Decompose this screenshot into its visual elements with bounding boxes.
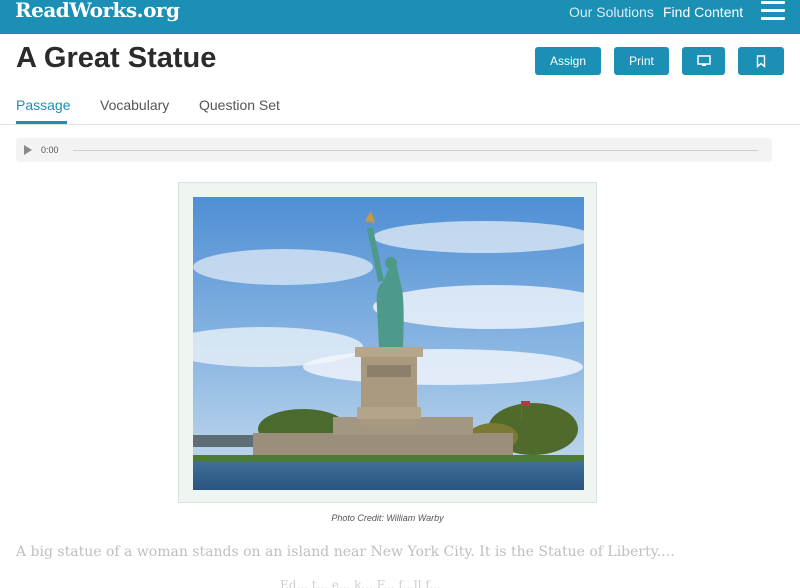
- tab-passage[interactable]: Passage: [16, 97, 70, 113]
- play-icon[interactable]: [24, 145, 32, 155]
- tab-vocabulary[interactable]: Vocabulary: [100, 97, 169, 113]
- nav-find-content[interactable]: Find Content: [663, 4, 743, 20]
- assign-button[interactable]: Assign: [535, 47, 601, 75]
- passage-image-frame: [178, 182, 597, 503]
- statue-of-liberty-photo: [193, 197, 584, 490]
- audio-player: 0:00: [16, 138, 772, 162]
- passage-tabs: Passage Vocabulary Question Set: [0, 90, 800, 125]
- active-tab-indicator: [16, 121, 67, 124]
- passage-first-line: A big statue of a woman stands on an isl…: [16, 544, 675, 560]
- bookmark-button[interactable]: [738, 47, 784, 75]
- top-navigation-bar: ReadWorks.org Our Solutions Find Content: [0, 0, 800, 34]
- readworks-logo[interactable]: ReadWorks.org: [15, 0, 180, 22]
- present-button[interactable]: [682, 47, 725, 75]
- page-title: A Great Statue: [16, 42, 217, 74]
- photo-credit: Photo Credit: William Warby: [331, 513, 444, 523]
- passage-next-line: Ed... t... e... k... F... f...ll f...: [280, 578, 441, 588]
- audio-time: 0:00: [41, 145, 59, 155]
- audio-seek-bar[interactable]: [73, 150, 758, 151]
- print-button[interactable]: Print: [614, 47, 669, 75]
- tab-question-set[interactable]: Question Set: [199, 97, 280, 113]
- nav-our-solutions[interactable]: Our Solutions: [569, 4, 654, 20]
- bookmark-icon: [756, 54, 766, 68]
- monitor-icon: [696, 55, 711, 66]
- hamburger-icon[interactable]: [761, 1, 785, 21]
